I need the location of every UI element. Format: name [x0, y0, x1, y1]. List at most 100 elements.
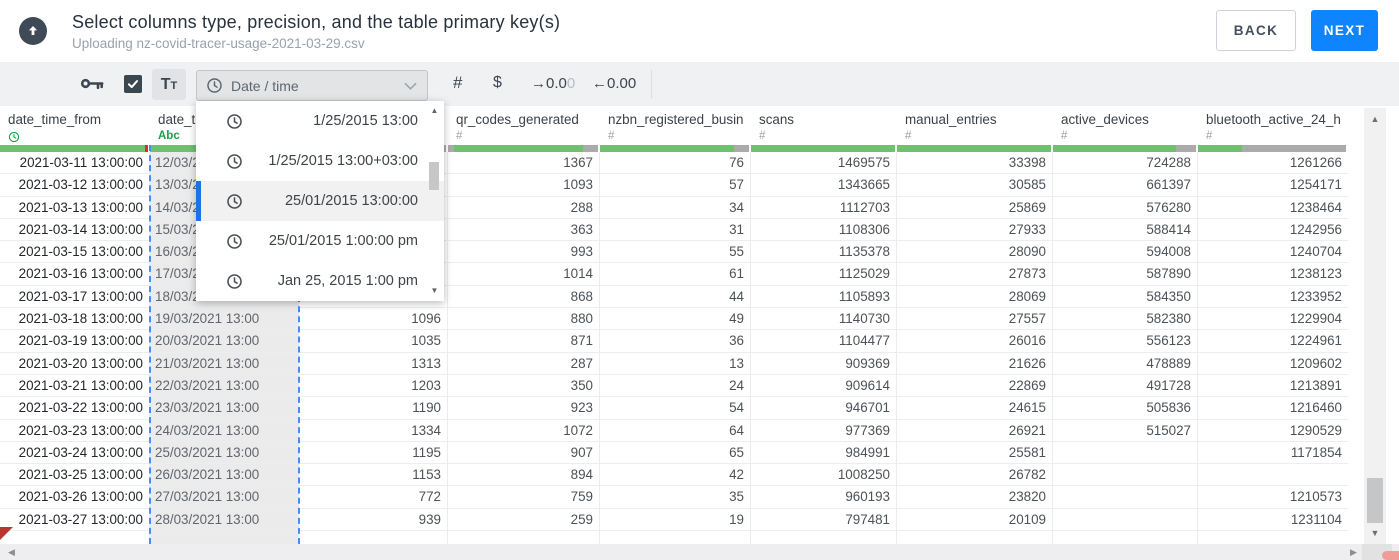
table-cell[interactable]: 24615: [897, 397, 1053, 419]
table-cell[interactable]: 20/03/2021 13:00: [150, 330, 299, 352]
table-cell[interactable]: 1203: [299, 374, 448, 397]
table-cell[interactable]: 26016: [897, 330, 1053, 352]
scroll-down-icon[interactable]: ▼: [1364, 528, 1386, 538]
table-cell[interactable]: 30585: [897, 174, 1053, 196]
table-cell[interactable]: 939: [299, 508, 448, 531]
table-cell[interactable]: 1190: [299, 397, 448, 419]
primary-key-icon[interactable]: [80, 76, 104, 96]
table-cell[interactable]: 1014: [448, 263, 600, 285]
table-cell[interactable]: 35: [600, 486, 751, 508]
table-cell[interactable]: 594008: [1053, 241, 1198, 263]
dropdown-option[interactable]: Jan 25, 2015 1:00 pm: [196, 261, 444, 301]
table-cell[interactable]: 1125029: [751, 263, 897, 285]
table-cell[interactable]: 871: [448, 330, 600, 352]
table-cell[interactable]: 1171854: [1198, 442, 1348, 463]
table-cell[interactable]: 259: [448, 508, 600, 531]
table-cell[interactable]: 724288: [1053, 152, 1198, 174]
table-cell[interactable]: 33398: [897, 152, 1053, 174]
table-cell[interactable]: 28069: [897, 285, 1053, 308]
table-cell[interactable]: 2021-03-19 13:00:00: [0, 330, 150, 352]
table-cell[interactable]: 576280: [1053, 196, 1198, 218]
table-cell[interactable]: 960193: [751, 486, 897, 508]
table-cell[interactable]: 1290529: [1198, 420, 1348, 441]
dropdown-scrollbar-thumb[interactable]: [429, 162, 439, 190]
table-cell[interactable]: 759: [448, 486, 600, 508]
scroll-right-icon[interactable]: ▶: [1350, 547, 1357, 558]
table-cell[interactable]: 1105893: [751, 285, 897, 308]
table-cell[interactable]: 350: [448, 374, 600, 397]
table-cell[interactable]: 61: [600, 263, 751, 285]
dropdown-option[interactable]: 1/25/2015 13:00: [196, 101, 444, 141]
table-cell[interactable]: 26/03/2021 13:00: [150, 464, 299, 486]
table-cell[interactable]: 1231104: [1198, 509, 1348, 530]
table-cell[interactable]: 57: [600, 174, 751, 196]
table-cell[interactable]: 1224961: [1198, 330, 1348, 351]
table-cell[interactable]: 24: [600, 374, 751, 397]
table-cell[interactable]: 2021-03-18 13:00:00: [0, 308, 150, 330]
table-cell[interactable]: 984991: [751, 441, 897, 464]
table-cell[interactable]: 42: [600, 464, 751, 486]
table-cell[interactable]: [600, 531, 751, 544]
table-cell[interactable]: [1198, 464, 1348, 485]
table-cell[interactable]: 31: [600, 218, 751, 241]
table-cell[interactable]: 1233952: [1198, 286, 1348, 307]
table-cell[interactable]: 2021-03-17 13:00:00: [0, 285, 150, 308]
table-cell[interactable]: 1229904: [1198, 308, 1348, 329]
scroll-down-icon[interactable]: ▼: [428, 286, 441, 296]
table-cell[interactable]: 2021-03-15 13:00:00: [0, 241, 150, 263]
table-cell[interactable]: [1053, 531, 1198, 544]
table-cell[interactable]: 1209602: [1198, 353, 1348, 374]
table-cell[interactable]: 25869: [897, 196, 1053, 218]
horizontal-scrollbar[interactable]: ◀ ▶: [0, 544, 1399, 560]
table-cell[interactable]: 76: [600, 152, 751, 174]
table-cell[interactable]: 2021-03-20 13:00:00: [0, 352, 150, 374]
table-cell[interactable]: [448, 531, 600, 544]
table-cell[interactable]: 1238123: [1198, 263, 1348, 284]
dropdown-option[interactable]: 1/25/2015 13:00+03:00: [196, 141, 444, 181]
scroll-up-icon[interactable]: ▲: [1364, 114, 1386, 124]
table-cell[interactable]: 977369: [751, 419, 897, 441]
table-cell[interactable]: 909614: [751, 374, 897, 397]
column-header[interactable]: active_devices #: [1053, 106, 1198, 145]
table-cell[interactable]: 909369: [751, 352, 897, 374]
table-cell[interactable]: 797481: [751, 508, 897, 531]
dropdown-option[interactable]: 25/01/2015 13:00:00: [196, 181, 444, 221]
table-cell[interactable]: 1195: [299, 441, 448, 464]
table-cell[interactable]: 1108306: [751, 218, 897, 241]
column-header[interactable]: qr_codes_generated #: [448, 106, 600, 145]
table-cell[interactable]: 582380: [1053, 308, 1198, 330]
table-cell[interactable]: 1210573: [1198, 486, 1348, 507]
table-cell[interactable]: 2021-03-21 13:00:00: [0, 374, 150, 397]
table-cell[interactable]: 1343665: [751, 174, 897, 196]
table-cell[interactable]: 13: [600, 352, 751, 374]
increase-precision-button[interactable]: ←0.00: [592, 75, 636, 92]
table-cell[interactable]: 2021-03-22 13:00:00: [0, 397, 150, 419]
table-cell[interactable]: 587890: [1053, 263, 1198, 285]
table-cell[interactable]: 772: [299, 486, 448, 508]
table-cell[interactable]: 288: [448, 196, 600, 218]
table-cell[interactable]: 44: [600, 285, 751, 308]
table-cell[interactable]: 505836: [1053, 397, 1198, 419]
table-cell[interactable]: 1240704: [1198, 241, 1348, 262]
column-header[interactable]: manual_entries #: [897, 106, 1053, 145]
table-cell[interactable]: 993: [448, 241, 600, 263]
table-cell[interactable]: 34: [600, 196, 751, 218]
column-header[interactable]: scans #: [751, 106, 897, 145]
table-cell[interactable]: 65: [600, 441, 751, 464]
table-cell[interactable]: 28/03/2021 13:00: [150, 508, 299, 531]
table-cell[interactable]: 27/03/2021 13:00: [150, 486, 299, 508]
table-cell[interactable]: 36: [600, 330, 751, 352]
table-cell[interactable]: 2021-03-14 13:00:00: [0, 218, 150, 241]
table-cell[interactable]: 880: [448, 308, 600, 330]
table-cell[interactable]: 1072: [448, 419, 600, 441]
scroll-up-icon[interactable]: ▲: [428, 106, 441, 116]
table-cell[interactable]: 22869: [897, 374, 1053, 397]
table-cell[interactable]: 21/03/2021 13:00: [150, 352, 299, 374]
table-cell[interactable]: [1053, 464, 1198, 486]
table-cell[interactable]: 1254171: [1198, 174, 1348, 195]
horizontal-scrollbar-thumb[interactable]: [1382, 551, 1399, 560]
table-cell[interactable]: 1242956: [1198, 219, 1348, 240]
table-cell[interactable]: 515027: [1053, 419, 1198, 441]
table-cell[interactable]: 2021-03-16 13:00:00: [0, 263, 150, 285]
table-cell[interactable]: 25/03/2021 13:00: [150, 441, 299, 464]
